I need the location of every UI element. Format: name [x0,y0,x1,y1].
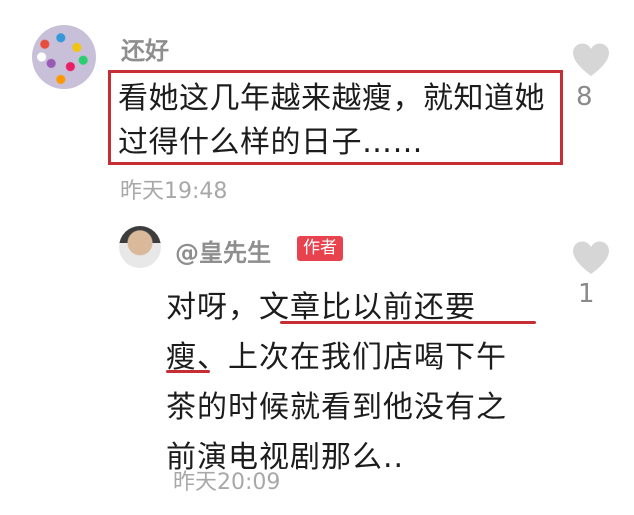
like-button[interactable] [571,42,611,82]
reply-timestamp: 昨天20:09 [173,470,281,495]
reply-like-count: 1 [578,279,595,309]
reply-like-button[interactable] [571,240,611,280]
comment-text: 看她这几年越来越瘦，就知道她过得什么样的日子…… [118,81,545,160]
like-count: 8 [576,82,593,112]
red-underline [280,321,536,324]
reply-username[interactable]: @皇先生 [175,233,271,268]
heart-icon [573,241,609,274]
heart-icon [573,43,609,76]
reply-avatar[interactable] [119,226,161,268]
reply-text: 对呀，文章比以前还要瘦、上次在我们店喝下午茶的时候就看到他没有之前演电视剧那么.… [166,290,507,475]
author-badge: 作者 [297,236,343,261]
comment-username[interactable]: 还好 [121,31,169,66]
red-underline [166,370,210,373]
avatar[interactable] [32,25,96,89]
comment-timestamp: 昨天19:48 [120,179,228,204]
